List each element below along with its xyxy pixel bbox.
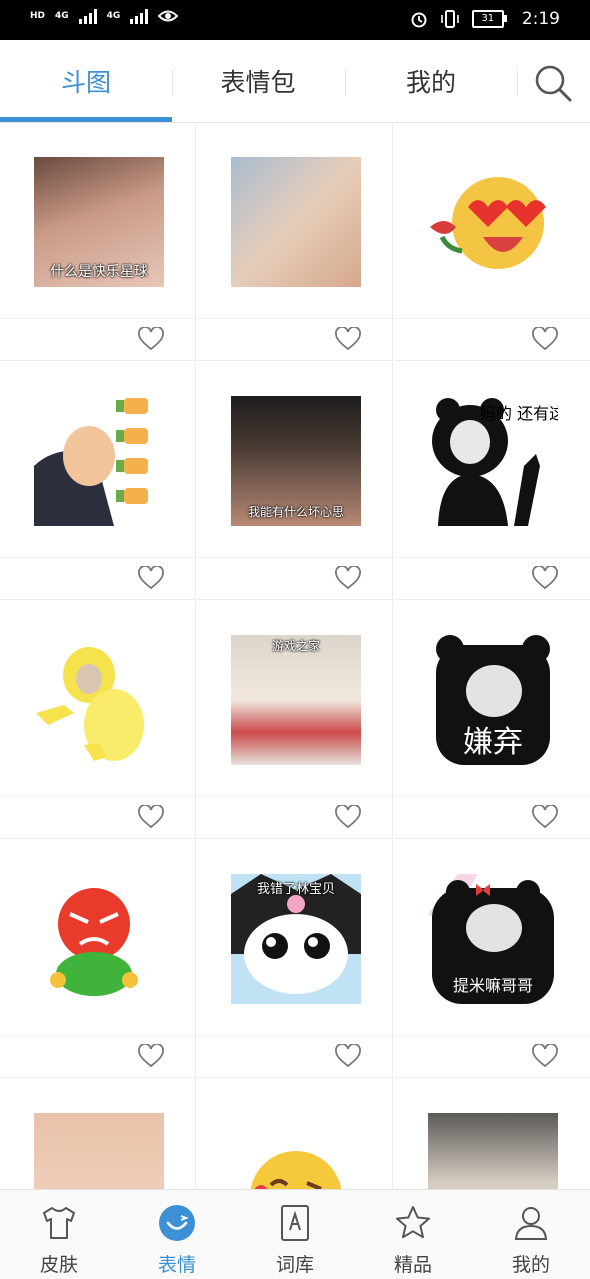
- book-icon: [281, 1205, 309, 1241]
- sticker-card[interactable]: [0, 601, 196, 839]
- favorite-heart-icon[interactable]: [335, 1044, 361, 1068]
- sticker-card[interactable]: 嫌弃: [394, 601, 590, 839]
- sticker-caption: 妈的 还有这事 揍他狗日的: [480, 404, 558, 423]
- tab-biaoqingbao[interactable]: 表情包: [172, 40, 344, 122]
- nav-skin[interactable]: 皮肤: [0, 1190, 118, 1279]
- eye-icon: [158, 10, 179, 22]
- sticker-card[interactable]: [394, 123, 590, 361]
- nav-label: 词库: [275, 1254, 314, 1276]
- sticker-image[interactable]: [428, 157, 558, 287]
- angry-face-icon: [50, 888, 138, 996]
- favorite-heart-icon[interactable]: [138, 805, 164, 829]
- sticker-image[interactable]: 我能有什么坏心思: [231, 396, 361, 526]
- sticker-card[interactable]: 我能有什么坏心思: [197, 362, 393, 600]
- favorite-heart-icon[interactable]: [532, 327, 558, 351]
- nav-emoji[interactable]: 表情: [118, 1190, 236, 1279]
- sticker-image[interactable]: [34, 874, 164, 1004]
- nav-label: 精品: [393, 1254, 432, 1276]
- heart-eyes-emoji-icon: [430, 177, 546, 269]
- sticker-caption: 嫌弃: [463, 725, 523, 760]
- sticker-card[interactable]: [0, 840, 196, 1078]
- sticker-card[interactable]: 妈的 还有这事 揍他狗日的: [394, 362, 590, 600]
- sticker-card[interactable]: 游戏之家: [197, 601, 393, 839]
- emoji-icon: [159, 1205, 195, 1241]
- sticker-image[interactable]: [34, 635, 164, 765]
- sticker-caption: 什么是快乐星球: [50, 264, 148, 280]
- sticker-card[interactable]: [197, 123, 393, 361]
- sticker-image[interactable]: 我错了林宝贝: [231, 874, 361, 1004]
- favorite-heart-icon[interactable]: [532, 805, 558, 829]
- favorite-heart-icon[interactable]: [532, 1044, 558, 1068]
- favorite-heart-icon[interactable]: [138, 566, 164, 590]
- signal-icon-2: [130, 8, 149, 24]
- favorite-heart-icon[interactable]: [335, 566, 361, 590]
- network-4g-label-2: 4G: [106, 10, 121, 21]
- clock-time: 2:19: [521, 9, 560, 29]
- sticker-image[interactable]: 游戏之家: [231, 635, 361, 765]
- sticker-image[interactable]: 嫌弃: [428, 635, 558, 765]
- nav-label: 皮肤: [39, 1254, 78, 1276]
- nav-dictionary[interactable]: 词库: [236, 1190, 354, 1279]
- thumbs-up-man-icon: [34, 398, 148, 526]
- favorite-heart-icon[interactable]: [138, 327, 164, 351]
- network-4g-label: 4G: [55, 10, 69, 21]
- sticker-image[interactable]: 什么是快乐星球: [34, 157, 164, 287]
- tab-doutu[interactable]: 斗图: [0, 40, 172, 122]
- sticker-image[interactable]: 妈的 还有这事 揍他狗日的: [428, 396, 558, 526]
- wink-emoji-icon: [250, 1151, 342, 1189]
- favorite-heart-icon[interactable]: [532, 566, 558, 590]
- active-tab-indicator: [0, 117, 172, 122]
- tab-divider: [517, 70, 518, 96]
- alarm-icon: [411, 12, 427, 28]
- tab-mine[interactable]: 我的: [345, 40, 517, 122]
- sticker-card[interactable]: [197, 1079, 393, 1189]
- sticker-image[interactable]: [34, 1113, 164, 1189]
- battery-icon: 31: [471, 10, 507, 28]
- sticker-image[interactable]: [231, 157, 361, 287]
- vibrate-icon: [441, 10, 459, 28]
- search-icon[interactable]: [530, 60, 574, 104]
- signal-icon: [78, 8, 97, 24]
- shirt-icon: [43, 1207, 75, 1239]
- sticker-image[interactable]: [231, 1113, 361, 1189]
- sticker-card[interactable]: [0, 362, 196, 600]
- nav-featured[interactable]: 精品: [354, 1190, 472, 1279]
- watermark-text: 游戏之家: [271, 639, 320, 653]
- sticker-grid: 什么是快乐星球 我能有什么坏心思 妈的 还有这 游戏之家 嫌弃 我错了林宝贝 提…: [0, 123, 590, 1189]
- sticker-image[interactable]: [428, 1113, 558, 1189]
- sticker-image[interactable]: 提米嘛哥哥: [428, 874, 558, 1004]
- sticker-card[interactable]: 什么是快乐星球: [0, 123, 196, 361]
- star-icon: [396, 1206, 430, 1239]
- top-tab-bar: 斗图 表情包 我的: [0, 40, 590, 123]
- favorite-heart-icon[interactable]: [335, 805, 361, 829]
- status-bar: HD 4G 4G 31 2:19: [0, 0, 590, 40]
- sticker-card[interactable]: [394, 1079, 590, 1189]
- yellow-creature-icon: [36, 647, 144, 761]
- sticker-card[interactable]: 提米嘛哥哥: [394, 840, 590, 1078]
- favorite-heart-icon[interactable]: [335, 327, 361, 351]
- sticker-caption: 我能有什么坏心思: [247, 505, 344, 519]
- sticker-image[interactable]: [34, 396, 164, 526]
- sticker-card[interactable]: 我错了林宝贝: [197, 840, 393, 1078]
- favorite-heart-icon[interactable]: [138, 1044, 164, 1068]
- bottom-navigation: 皮肤 表情 词库 精品 我的: [0, 1189, 590, 1279]
- sticker-caption: 我错了林宝贝: [256, 882, 335, 897]
- nav-label: 表情: [157, 1254, 196, 1276]
- sticker-card[interactable]: [0, 1079, 196, 1189]
- person-icon: [514, 1207, 548, 1240]
- nav-label: 我的: [511, 1254, 550, 1276]
- sticker-caption: 提米嘛哥哥: [452, 976, 533, 995]
- nav-mine[interactable]: 我的: [472, 1190, 590, 1279]
- hd-indicator: HD: [30, 10, 46, 21]
